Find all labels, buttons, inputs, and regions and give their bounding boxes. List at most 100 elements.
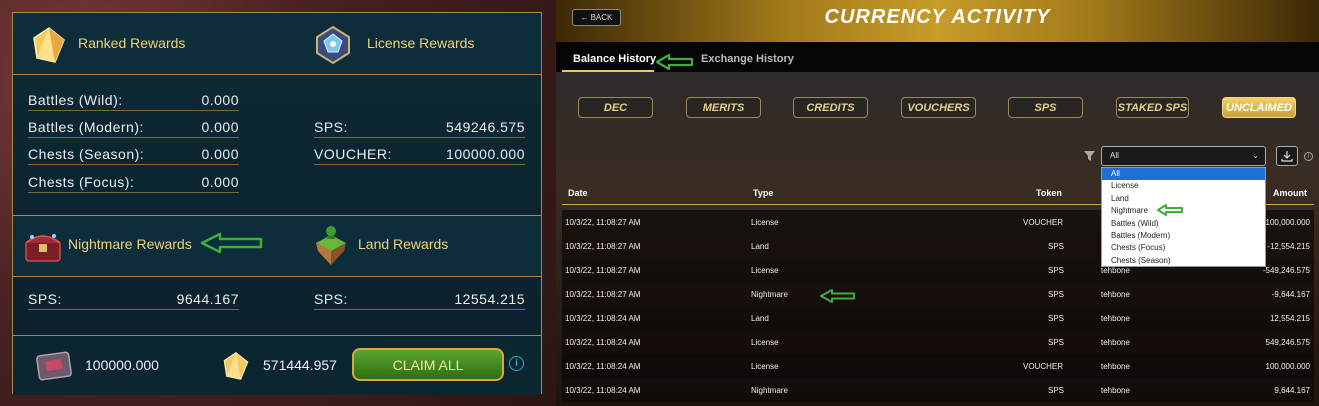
dropdown-option[interactable]: All	[1102, 168, 1265, 181]
row-token: SPS	[1048, 242, 1065, 251]
row-amount: 100,000.000	[1265, 362, 1311, 371]
row-token: VOUCHER	[1023, 362, 1064, 371]
row-date: 10/3/22, 11:08:24 AM	[565, 338, 641, 347]
license-rewards-title: License Rewards	[367, 35, 475, 51]
annotation-arrow-icon	[200, 232, 263, 254]
tab-balance-history[interactable]: Balance History	[573, 53, 656, 65]
voucher-total: 100000.000	[85, 357, 159, 373]
row-token: SPS	[1048, 314, 1065, 323]
currency-dec-button[interactable]: DEC	[578, 97, 653, 118]
row-date: 10/3/22, 11:08:24 AM	[565, 314, 641, 323]
chests-season-value: 0.000	[201, 146, 239, 162]
sps-crystal-icon	[29, 25, 69, 65]
dropdown-option[interactable]: Chests (Focus)	[1102, 242, 1265, 254]
row-token: VOUCHER	[1023, 218, 1064, 227]
chevron-down-icon: ⌄	[1252, 151, 1259, 160]
type-filter-value: All	[1110, 151, 1119, 160]
license-voucher-value: 100000.000	[446, 146, 525, 162]
battles-wild-label: Battles (Wild):	[28, 92, 123, 108]
chests-season-label: Chests (Season):	[28, 146, 145, 162]
battles-wild-value: 0.000	[201, 92, 239, 108]
annotation-arrow-icon	[1157, 204, 1183, 216]
col-header-date: Date	[568, 188, 588, 198]
land-rewards-title: Land Rewards	[358, 236, 449, 252]
dropdown-option[interactable]: Chests (Season)	[1102, 255, 1265, 267]
currency-activity-panel: ← BACK CURRENCY ACTIVITY Balance History…	[556, 0, 1319, 406]
nightmare-sps-row: SPS: 9644.167	[28, 291, 239, 310]
col-header-type: Type	[753, 188, 774, 198]
chests-focus-value: 0.000	[201, 174, 239, 190]
row-type: Land	[751, 242, 769, 251]
chests-season-row: Chests (Season): 0.000	[28, 146, 239, 165]
license-voucher-label: VOUCHER:	[314, 146, 392, 162]
currency-credits-button[interactable]: CREDITS	[793, 97, 868, 118]
claim-all-button[interactable]: CLAIM ALL	[352, 348, 504, 381]
row-amount: 549,246.575	[1265, 338, 1311, 347]
annotation-arrow-icon	[655, 53, 694, 71]
row-type: License	[751, 362, 779, 371]
battles-modern-label: Battles (Modern):	[28, 119, 144, 135]
land-sps-label: SPS:	[314, 291, 348, 307]
row-amount: 9,644.167	[1274, 386, 1310, 395]
activity-header: ← BACK CURRENCY ACTIVITY	[556, 0, 1319, 42]
dropdown-option[interactable]: Battles (Wild)	[1102, 218, 1265, 230]
row-date: 10/3/22, 11:08:27 AM	[565, 218, 641, 227]
col-header-amount: Amount	[1273, 188, 1307, 198]
nightmare-sps-value: 9644.167	[176, 291, 239, 307]
table-row: 10/3/22, 11:08:24 AM Nightmare SPS tehbo…	[562, 378, 1314, 402]
row-type: License	[751, 338, 779, 347]
battles-wild-row: Battles (Wild): 0.000	[28, 92, 239, 111]
currency-staked-sps-button[interactable]: STAKED SPS	[1116, 97, 1189, 118]
license-sps-value: 549246.575	[446, 119, 525, 135]
license-sps-row: SPS: 549246.575	[314, 119, 525, 138]
row-amount: -9,644.167	[1271, 290, 1310, 299]
annotation-arrow-icon	[820, 289, 855, 303]
row-amount: -12,554.215	[1267, 242, 1310, 251]
row-amount: 12,554.215	[1269, 314, 1310, 323]
sps-total: 571444.957	[263, 357, 337, 373]
rewards-header-mid: Nightmare Rewards Land Rewards	[13, 215, 541, 277]
row-type: Land	[751, 314, 769, 323]
table-row: 10/3/22, 11:08:24 AM Land SPS tehbone 12…	[562, 306, 1314, 330]
rewards-footer: 100000.000 571444.957 CLAIM ALL i	[13, 335, 541, 395]
claim-info-icon[interactable]: i	[509, 356, 524, 371]
rewards-panel: Ranked Rewards License Rewards Battles (…	[12, 12, 542, 395]
license-sps-label: SPS:	[314, 119, 348, 135]
filter-icon	[1084, 151, 1095, 161]
table-row: 10/3/22, 11:08:27 AM Nightmare SPS tehbo…	[562, 282, 1314, 306]
row-token: SPS	[1048, 266, 1065, 275]
row-token: SPS	[1048, 290, 1065, 299]
row-user: tehbone	[1101, 362, 1130, 371]
nightmare-rewards-title: Nightmare Rewards	[68, 236, 192, 252]
rewards-header-top: Ranked Rewards License Rewards	[13, 13, 541, 75]
table-row: 10/3/22, 11:08:24 AM License VOUCHER teh…	[562, 354, 1314, 378]
sps-crystal-small-icon	[219, 348, 253, 384]
download-button[interactable]	[1276, 146, 1298, 166]
type-filter-select[interactable]: All ⌄	[1101, 146, 1266, 166]
download-info-icon[interactable]: i	[1304, 152, 1313, 161]
row-amount: 100,000.000	[1265, 218, 1311, 227]
row-user: tehbone	[1101, 314, 1130, 323]
nightmare-chest-icon	[21, 226, 65, 266]
row-token: SPS	[1048, 386, 1065, 395]
battles-modern-value: 0.000	[201, 119, 239, 135]
tab-exchange-history[interactable]: Exchange History	[701, 53, 794, 65]
voucher-icon	[33, 346, 75, 386]
row-user: tehbone	[1101, 386, 1130, 395]
row-user: tehbone	[1101, 290, 1130, 299]
row-user: tehbone	[1101, 266, 1130, 275]
row-type: License	[751, 218, 779, 227]
currency-vouchers-button[interactable]: VOUCHERS	[901, 97, 976, 118]
currency-sps-button[interactable]: SPS	[1008, 97, 1083, 118]
land-sps-value: 12554.215	[454, 291, 525, 307]
dropdown-option[interactable]: Battles (Modern)	[1102, 230, 1265, 242]
dropdown-option[interactable]: License	[1102, 180, 1265, 192]
currency-merits-button[interactable]: MERITS	[686, 97, 761, 118]
table-row: 10/3/22, 11:08:24 AM License SPS tehbone…	[562, 330, 1314, 354]
chests-focus-label: Chests (Focus):	[28, 174, 135, 190]
row-date: 10/3/22, 11:08:27 AM	[565, 266, 641, 275]
row-date: 10/3/22, 11:08:27 AM	[565, 290, 641, 299]
currency-unclaimed-button[interactable]: UNCLAIMED	[1222, 97, 1296, 118]
row-date: 10/3/22, 11:08:24 AM	[565, 362, 641, 371]
row-type: Nightmare	[751, 290, 788, 299]
